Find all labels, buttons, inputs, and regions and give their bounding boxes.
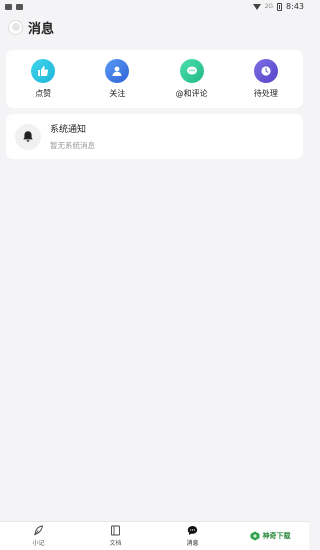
chat-bubble-icon xyxy=(179,59,204,83)
action-likes[interactable]: 点赞 xyxy=(6,59,80,99)
avatar[interactable] xyxy=(8,19,23,35)
page-header: 消息 xyxy=(8,16,54,38)
action-label: 点赞 xyxy=(35,89,52,98)
person-icon xyxy=(105,59,130,83)
status-bar: 2G 8:43 xyxy=(0,0,309,13)
brand-watermark: 神奇下载 xyxy=(231,522,309,550)
notice-text: 系统通知 暂无系统消息 xyxy=(50,122,95,151)
action-mentions-comments[interactable]: @和评论 xyxy=(155,59,229,99)
chat-icon xyxy=(187,526,198,535)
status-left xyxy=(5,3,23,10)
action-pending[interactable]: 待处理 xyxy=(229,59,303,99)
clock-icon xyxy=(253,59,278,83)
app-notification-icon xyxy=(16,3,23,10)
system-notice-item[interactable]: 系统通知 暂无系统消息 xyxy=(6,114,303,159)
notice-subtitle: 暂无系统消息 xyxy=(50,141,95,150)
action-label: 待处理 xyxy=(253,89,278,98)
actions-card: 点赞 关注 @和评论 待处理 xyxy=(6,50,303,108)
action-label: 关注 xyxy=(109,89,126,98)
page-title: 消息 xyxy=(28,21,55,37)
brand-logo-icon xyxy=(250,531,259,541)
gallery-notification-icon xyxy=(5,3,12,10)
bell-icon xyxy=(15,123,41,150)
bottom-nav: 小记 文档 消息 神奇下载 xyxy=(0,521,309,550)
nav-item-notes[interactable]: 小记 xyxy=(0,525,77,547)
screen: 2G 8:43 消息 点赞 关注 @和评论 待处理 系统通知 暂无系统消息 小记… xyxy=(0,0,309,550)
sim-label: 2G xyxy=(264,3,274,10)
nav-label: 文档 xyxy=(109,540,122,547)
document-icon xyxy=(111,525,120,536)
thumbs-up-icon xyxy=(31,59,56,83)
action-follow[interactable]: 关注 xyxy=(80,59,154,99)
nav-item-messages[interactable]: 消息 xyxy=(154,525,231,547)
feather-icon xyxy=(33,525,44,536)
status-right: 2G 8:43 xyxy=(252,2,304,11)
notice-title: 系统通知 xyxy=(50,125,87,135)
action-label: @和评论 xyxy=(175,89,208,98)
brand-text: 神奇下载 xyxy=(262,531,291,540)
battery-icon xyxy=(277,2,283,11)
status-time: 8:43 xyxy=(286,2,304,11)
nav-item-documents[interactable]: 文档 xyxy=(77,525,154,547)
nav-label: 小记 xyxy=(32,540,45,547)
nav-label: 消息 xyxy=(186,540,199,547)
wifi-icon xyxy=(252,3,261,10)
